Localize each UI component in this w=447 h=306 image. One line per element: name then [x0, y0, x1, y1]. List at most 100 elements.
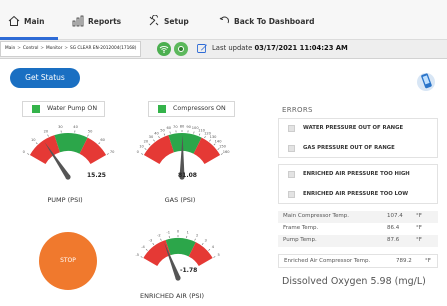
- gauge-tick-label: 160: [223, 150, 231, 154]
- gauge-tick: [35, 142, 38, 145]
- gauge-tick: [198, 133, 201, 136]
- error-label: WATER PRESSURE OUT OF RANGE: [303, 125, 404, 131]
- nav-reports[interactable]: Reports: [72, 13, 121, 29]
- table-row: Frame Temp. 86.4 °F: [278, 223, 438, 235]
- breadcrumb: Main > Control > Monitor > SG CLEAR EN-2012004…: [0, 41, 142, 57]
- compressors-status-led: [158, 105, 166, 113]
- nav-back-to-dashboard[interactable]: Back To Dashboard: [218, 13, 314, 29]
- gauge-tick: [27, 153, 30, 155]
- breadcrumb-item[interactable]: Main: [5, 46, 15, 51]
- pump-gauge: 0 10 20 30 40 50 60 70: [23, 125, 115, 180]
- gauge-tick-label: 4: [212, 245, 215, 249]
- pump-status-label: Water Pump ON: [47, 105, 98, 112]
- error-item: WATER PRESSURE OUT OF RANGE: [279, 119, 437, 139]
- gauge-tick-label: 140: [215, 139, 223, 143]
- gas-gauge-value: 81.08: [178, 172, 197, 179]
- gauge-tick-label: 60: [167, 126, 172, 130]
- gauge-needle-hub: [65, 174, 71, 180]
- gauge-tick-label: 0: [137, 150, 140, 154]
- breadcrumb-item[interactable]: Control: [23, 46, 39, 51]
- gauge-tick-label: 80: [180, 125, 185, 129]
- table-row: Main Compressor Temp. 107.4 °F: [278, 211, 438, 223]
- gauge-tick: [148, 143, 151, 146]
- gauge-red-zone: [143, 239, 171, 266]
- error-item: ENRICHED AIR PRESSURE TOO LOW: [279, 185, 437, 205]
- gauge-red-zone: [143, 135, 174, 164]
- last-update-value: 03/17/2021 11:04:23 AM: [254, 44, 348, 52]
- gauge-tick-label: 0: [177, 230, 180, 234]
- gauge-tick: [160, 238, 162, 241]
- enriched-air-temp-row: Enriched Air Compressor Temp. 789.2 °F: [278, 254, 438, 268]
- gauge-tick: [140, 256, 143, 258]
- air-gauge-value: -1.78: [180, 267, 198, 274]
- nav-reports-label: Reports: [88, 16, 122, 26]
- temp-value: 107.4: [387, 213, 403, 219]
- phone-device-icon[interactable]: [415, 70, 437, 92]
- gauge-tick: [152, 243, 155, 246]
- stop-button[interactable]: STOP: [39, 232, 97, 290]
- edit-icon[interactable]: [197, 43, 208, 54]
- temp-name: Pump Temp.: [283, 237, 317, 243]
- water-pump-indicator: Water Pump ON: [22, 101, 105, 117]
- nav-main[interactable]: Main: [8, 13, 44, 29]
- nav-setup-label: Setup: [164, 16, 189, 26]
- temp-unit: °F: [416, 237, 422, 243]
- gauge-tick-label: 30: [58, 125, 63, 129]
- gauge-tick-label: -2: [157, 234, 161, 238]
- gauge-tick-label: 20: [144, 139, 149, 143]
- gauge-tick: [158, 136, 160, 139]
- error-checkbox: [288, 145, 295, 152]
- error-checkbox: [288, 125, 295, 132]
- gauge-tick-label: 70: [173, 125, 178, 129]
- gauge-tick-label: 70: [110, 150, 115, 154]
- gauge-tick: [209, 139, 211, 142]
- gauge-tick: [141, 153, 144, 155]
- gauge-tick: [145, 249, 148, 251]
- error-checkbox: [288, 171, 295, 178]
- temp-name: Enriched Air Compressor Temp.: [284, 258, 371, 264]
- gauge-tick: [204, 136, 206, 139]
- gauge-tick: [144, 148, 147, 150]
- nav-back-label: Back To Dashboard: [234, 16, 315, 26]
- compressors-indicator: Compressors ON: [148, 101, 235, 117]
- last-update-label: Last update: [212, 44, 253, 52]
- gauge-tick-label: -4: [141, 245, 145, 249]
- wifi-icon: [157, 42, 171, 56]
- error-checkbox: [288, 191, 295, 198]
- errors-title: ERRORS: [282, 106, 313, 114]
- gauge-tick-label: 1: [187, 231, 189, 235]
- dissolved-oxygen-readout: Dissolved Oxygen 5.98 (mg/L): [282, 276, 426, 287]
- gauge-tick: [106, 153, 109, 155]
- last-update: Last update 03/17/2021 11:04:23 AM: [212, 44, 348, 52]
- gauge-tick-label: 40: [73, 125, 78, 129]
- nav-main-label: Main: [24, 16, 45, 26]
- temp-unit: °F: [425, 258, 431, 264]
- temp-value: 87.6: [387, 237, 400, 243]
- gauge-tick-label: 10: [139, 144, 144, 148]
- gauge-tick-label: 130: [210, 135, 218, 139]
- gauge-tick-label: 0: [23, 150, 26, 154]
- nav-setup[interactable]: Setup: [148, 13, 189, 29]
- pump-gauge-label: PUMP (PSI): [47, 196, 83, 204]
- gauge-tick-label: 2: [196, 234, 198, 238]
- back-arrow-icon: [219, 16, 229, 24]
- compressors-status-label: Compressors ON: [173, 105, 226, 112]
- gauge-tick-label: -3: [149, 238, 153, 242]
- gauge-tick-label: 3: [204, 238, 206, 242]
- get-status-button[interactable]: Get Status: [10, 68, 80, 88]
- error-item: ENRICHED AIR PRESSURE TOO HIGH: [279, 165, 437, 185]
- error-group-pressure: WATER PRESSURE OUT OF RANGE GAS PRESSURE…: [278, 118, 438, 158]
- pump-gauge-value: 15.25: [87, 172, 106, 179]
- gauge-tick-label: 5: [218, 253, 220, 257]
- temp-name: Main Compressor Temp.: [283, 213, 349, 219]
- error-label: ENRICHED AIR PRESSURE TOO HIGH: [303, 171, 410, 177]
- error-item: GAS PRESSURE OUT OF RANGE: [279, 139, 437, 159]
- air-gauge-label: ENRICHED AIR (PSI): [140, 292, 204, 300]
- wrench-icon: [149, 15, 159, 26]
- gauge-tick: [208, 249, 211, 251]
- gauge-tick: [217, 148, 220, 150]
- breadcrumb-item[interactable]: Monitor: [46, 46, 62, 51]
- gas-gauge: 0102030405060 70 80 90 100110120130140150160: [137, 125, 231, 180]
- gauge-tick-label: 50: [160, 128, 165, 132]
- temp-unit: °F: [416, 213, 422, 219]
